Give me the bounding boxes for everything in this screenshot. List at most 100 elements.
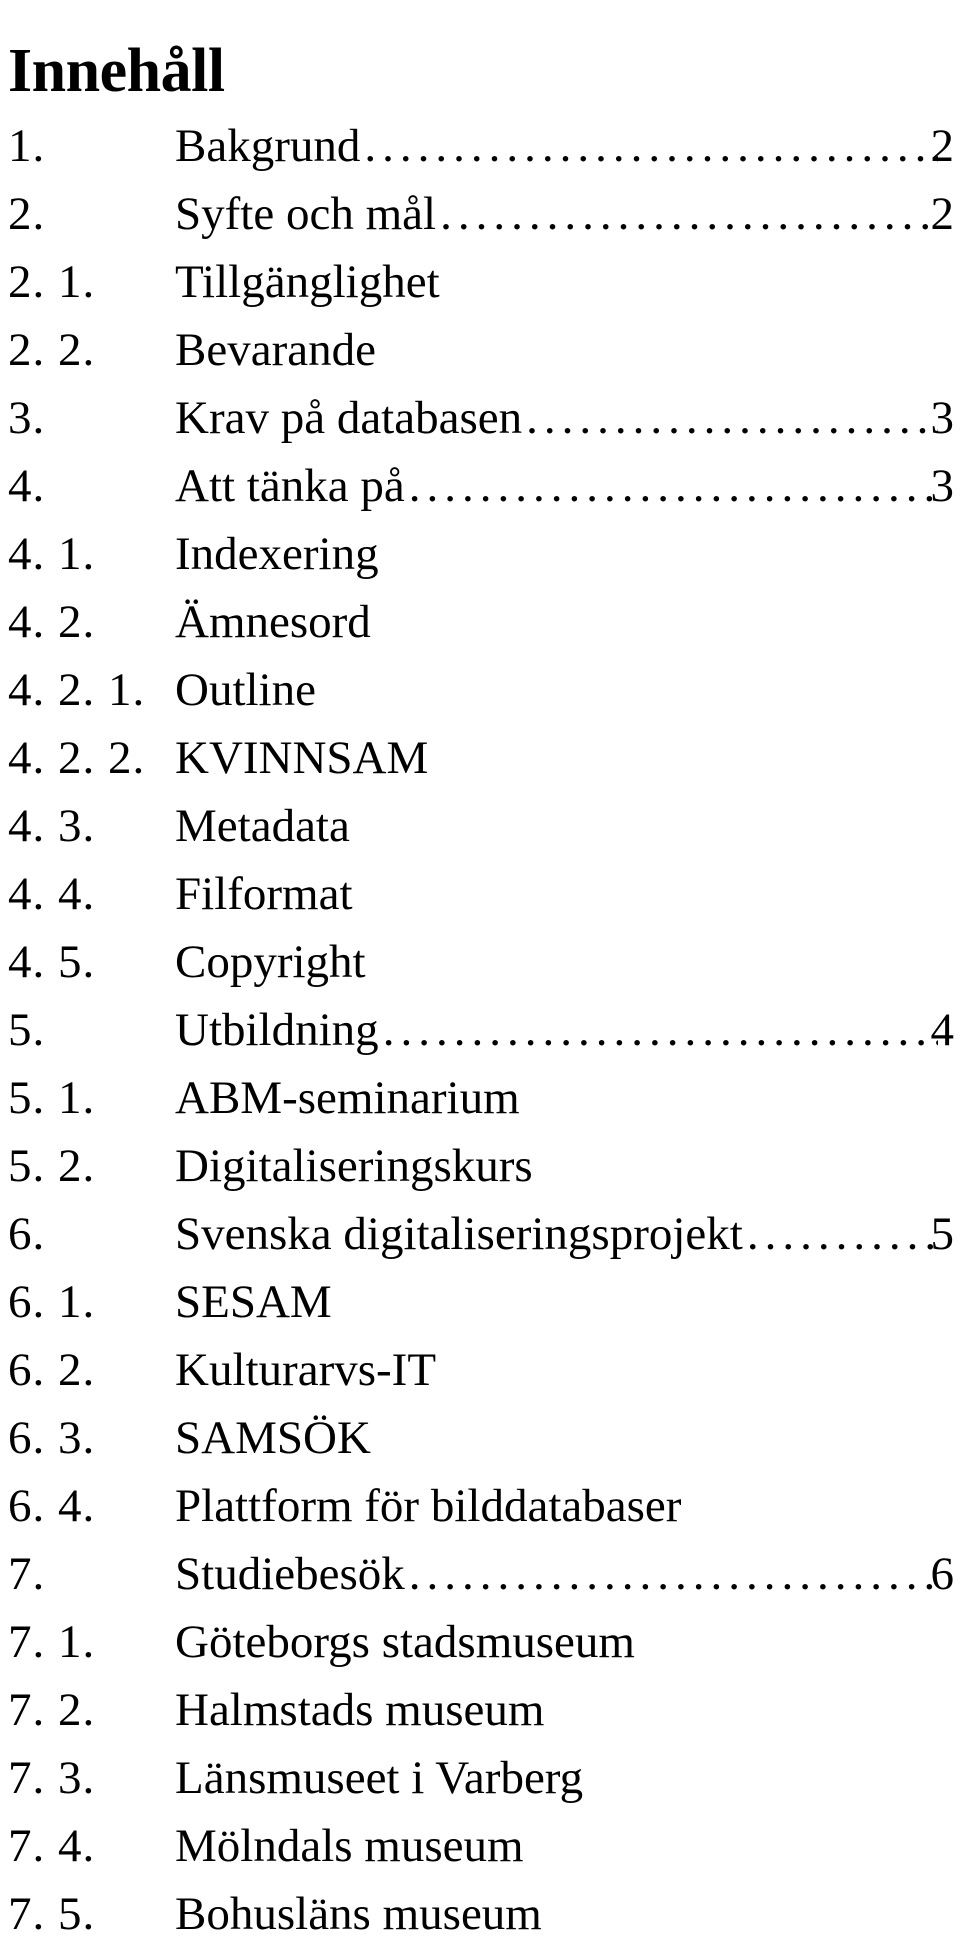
toc-entry-number: 2. 1. (8, 256, 96, 308)
toc-entry-title: SAMSÖK (175, 1412, 371, 1464)
toc-entry-page-number: 5 (930, 1208, 955, 1260)
toc-entry-number: 4. 2. (8, 596, 96, 648)
toc-entry-title: KVINNSAM (175, 732, 429, 784)
toc-entry[interactable]: 7.......................................… (0, 1540, 960, 1608)
toc-entry-number: 4. (8, 460, 46, 512)
toc-entry-title: Göteborgs stadsmuseum (175, 1616, 635, 1668)
toc-entry-title: Metadata (175, 800, 350, 852)
toc-entry[interactable]: 7. 6....................................… (0, 1948, 960, 1957)
toc-entry-number: 4. 3. (8, 800, 96, 852)
toc-entry-title: Krav på databasen (175, 392, 523, 444)
toc-entry-number: 3. (8, 392, 46, 444)
toc-entry[interactable]: 4.......................................… (0, 452, 960, 520)
toc-entry-number: 2. 2. (8, 324, 96, 376)
toc-dot-leader: ........................................… (364, 120, 938, 172)
toc-entry-number: 7. 1. (8, 1616, 96, 1668)
toc-entry-page-number: 6 (930, 1548, 955, 1600)
toc-entry[interactable]: 5.......................................… (0, 996, 960, 1064)
toc-entry-number: 7. 2. (8, 1684, 96, 1736)
toc-entry-number: 5. 2. (8, 1140, 96, 1192)
toc-entry-title: Mölndals museum (175, 1820, 524, 1872)
toc-entry-number: 6. (8, 1208, 46, 1260)
toc-entry-number: 6. 3. (8, 1412, 96, 1464)
toc-dot-leader: ........................................… (408, 460, 938, 512)
toc-entry-number: 6. 2. (8, 1344, 96, 1396)
toc-entry-title: Tillgänglighet (175, 256, 440, 308)
toc-entry-title: ABM-seminarium (175, 1072, 520, 1124)
toc-dot-leader: ........................................… (408, 1548, 938, 1600)
toc-entry-number: 5. 1. (8, 1072, 96, 1124)
toc-entry[interactable]: 6. 4....................................… (0, 1472, 960, 1540)
toc-entry-title: Halmstads museum (175, 1684, 545, 1736)
toc-entry-number: 4. 5. (8, 936, 96, 988)
toc-entry-number: 4. 1. (8, 528, 96, 580)
toc-entry-page-number: 2 (930, 188, 955, 240)
toc-dot-leader: ........................................… (440, 188, 938, 240)
toc-entry-title: Bakgrund (175, 120, 361, 172)
toc-entry[interactable]: 4. 2. 1.................................… (0, 656, 960, 724)
toc-entry-page-number: 3 (930, 460, 955, 512)
toc-entry[interactable]: 7. 2....................................… (0, 1676, 960, 1744)
toc-entry[interactable]: 2. 1....................................… (0, 248, 960, 316)
toc-entry[interactable]: 7. 1....................................… (0, 1608, 960, 1676)
toc-entry[interactable]: 2.......................................… (0, 180, 960, 248)
toc-entry[interactable]: 5. 2....................................… (0, 1132, 960, 1200)
toc-dot-leader: ........................................… (526, 392, 938, 444)
toc-entry-title: Hasselblad center (175, 1948, 508, 1957)
toc-entry[interactable]: 6. 1....................................… (0, 1268, 960, 1336)
toc-entry-title: Copyright (175, 936, 366, 988)
toc-entry[interactable]: 3.......................................… (0, 384, 960, 452)
toc-entry-number: 7. 3. (8, 1752, 96, 1804)
toc-entry-title: Plattform för bilddatabaser (175, 1480, 682, 1532)
toc-entry-title: Digitaliseringskurs (175, 1140, 533, 1192)
toc-entry[interactable]: 6. 3....................................… (0, 1404, 960, 1472)
toc-entry[interactable]: 2. 2....................................… (0, 316, 960, 384)
toc-entry-title: Svenska digitaliseringsprojekt (175, 1208, 743, 1260)
toc-entry-title: Indexering (175, 528, 379, 580)
toc-entry-title: Att tänka på (175, 460, 405, 512)
toc-entry[interactable]: 4. 3....................................… (0, 792, 960, 860)
toc-entry[interactable]: 4. 1....................................… (0, 520, 960, 588)
toc-dot-leader: ........................................… (382, 1004, 938, 1056)
toc-entry-page-number: 3 (930, 392, 955, 444)
toc-entry-title: Kulturarvs-IT (175, 1344, 437, 1396)
toc-dot-leader: ........................................… (746, 1208, 938, 1260)
document-page: Innehåll 1..............................… (0, 0, 960, 1957)
toc-entry-title: Syfte och mål (175, 188, 437, 240)
toc-entry-number: 7. (8, 1548, 46, 1600)
toc-entry-number: 6. 1. (8, 1276, 96, 1328)
toc-entry-title: Ämnesord (175, 596, 371, 648)
toc-entry[interactable]: 7. 3....................................… (0, 1744, 960, 1812)
toc-entry[interactable]: 5. 1....................................… (0, 1064, 960, 1132)
toc-entry[interactable]: 6. 2....................................… (0, 1336, 960, 1404)
toc-entry-number: 1. (8, 120, 46, 172)
toc-entry-title: Utbildning (175, 1004, 379, 1056)
page-title: Innehåll (8, 36, 225, 105)
toc-entry-title: Outline (175, 664, 316, 716)
toc-entry-number: 4. 2. 2. (8, 732, 146, 784)
toc-entry-number: 4. 4. (8, 868, 96, 920)
toc-entry[interactable]: 4. 4....................................… (0, 860, 960, 928)
toc-entry-number: 6. 4. (8, 1480, 96, 1532)
toc-entry-page-number: 4 (930, 1004, 955, 1056)
toc-entry-number: 4. 2. 1. (8, 664, 146, 716)
toc-entry-number: 7. 5. (8, 1888, 96, 1940)
toc-entry-title: Studiebesök (175, 1548, 405, 1600)
toc-entry-number: 7. 6. (8, 1948, 95, 1957)
toc-entry-title: SESAM (175, 1276, 332, 1328)
toc-entry-title: Bevarande (175, 324, 376, 376)
table-of-contents-list: 1.......................................… (0, 112, 960, 1957)
toc-entry-number: 2. (8, 188, 46, 240)
toc-entry[interactable]: 4. 2. 2.................................… (0, 724, 960, 792)
toc-entry-title: Filformat (175, 868, 353, 920)
toc-entry[interactable]: 4. 2....................................… (0, 588, 960, 656)
toc-entry[interactable]: 4. 5....................................… (0, 928, 960, 996)
toc-entry[interactable]: 7. 5....................................… (0, 1880, 960, 1948)
toc-entry-page-number: 2 (930, 120, 955, 172)
toc-entry[interactable]: 6.......................................… (0, 1200, 960, 1268)
toc-entry-title: Länsmuseet i Varberg (175, 1752, 584, 1804)
toc-entry-number: 5. (8, 1004, 46, 1056)
toc-entry[interactable]: 1.......................................… (0, 112, 960, 180)
toc-entry[interactable]: 7. 4....................................… (0, 1812, 960, 1880)
toc-entry-title: Bohusläns museum (175, 1888, 542, 1940)
